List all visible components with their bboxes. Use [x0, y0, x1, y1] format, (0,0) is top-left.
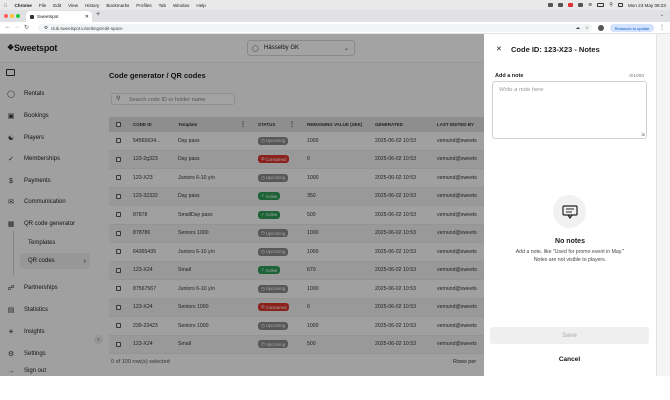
zoom-window-icon[interactable] — [16, 14, 20, 18]
window-scrollbar[interactable] — [656, 34, 670, 376]
wifi-icon[interactable]: ≋ — [588, 2, 592, 8]
browser-tab-bar: Sweetspot ✕ + ⌄ — [0, 10, 670, 22]
note-char-counter: 0/1000 — [629, 74, 644, 79]
close-icon[interactable]: ✕ — [496, 45, 502, 53]
tab-title: Sweetspot — [37, 14, 59, 19]
menubar-clock[interactable]: Mon 23 May 08:23 — [628, 3, 666, 8]
cancel-button[interactable]: Cancel — [490, 352, 649, 367]
favicon-icon — [30, 14, 34, 19]
status-icon[interactable] — [578, 3, 584, 7]
modal-backdrop[interactable] — [0, 34, 484, 376]
url-text: club.sweetspot.io/settings/edit-space — [51, 25, 123, 31]
profile-avatar[interactable] — [598, 25, 604, 31]
desktop-background — [0, 376, 670, 400]
note-placeholder: Write a note here — [499, 87, 544, 93]
apple-icon[interactable]:  — [4, 3, 7, 8]
relaunch-label: Relaunch to update — [614, 25, 650, 31]
control-center-icon[interactable] — [617, 3, 623, 7]
battery-icon[interactable] — [597, 3, 605, 7]
url-bar[interactable]: ⚙ club.sweetspot.io/settings/edit-space … — [38, 24, 592, 32]
notes-panel: ✕ Code ID: 123-X23 - Notes Add a note 0/… — [484, 34, 656, 376]
menubar-app-name[interactable]: Chrome — [14, 3, 31, 8]
tab-search-icon[interactable]: ⌄ — [660, 12, 664, 18]
search-icon[interactable]: ⚲ — [609, 2, 613, 8]
install-icon[interactable]: ☁ — [576, 25, 581, 31]
menubar-tab[interactable]: Tab — [159, 3, 166, 8]
back-icon[interactable]: ← — [5, 24, 11, 30]
status-icon[interactable] — [568, 3, 574, 7]
note-label: Add a note — [495, 73, 524, 79]
macos-menubar:  Chrome File Edit View History Bookmark… — [0, 0, 670, 10]
site-info-icon[interactable]: ⚙ — [44, 25, 48, 31]
empty-notes-icon — [553, 195, 586, 228]
panel-title: Code ID: 123-X23 - Notes — [511, 45, 600, 54]
browser-tab[interactable]: Sweetspot ✕ — [26, 11, 92, 22]
resize-handle-icon[interactable]: ⇲ — [641, 132, 645, 138]
note-textarea[interactable]: Write a note here ⇲ — [492, 81, 647, 139]
minimize-window-icon[interactable] — [10, 14, 14, 18]
status-icon[interactable] — [558, 3, 564, 7]
cancel-button-label: Cancel — [558, 356, 581, 363]
empty-notes-title: No notes — [555, 238, 585, 245]
menubar-history[interactable]: History — [85, 3, 99, 8]
save-button[interactable]: Save — [490, 327, 649, 344]
empty-notes-description: Add a note, like "Used for promo event i… — [515, 249, 625, 263]
bookmark-star-icon[interactable]: ☆ — [585, 25, 589, 31]
relaunch-button[interactable]: Relaunch to update — [610, 24, 654, 32]
menubar-help[interactable]: Help — [196, 3, 205, 8]
more-menu-icon[interactable]: ⋮ — [659, 24, 665, 31]
status-icon[interactable] — [548, 3, 554, 7]
forward-icon[interactable]: → — [14, 24, 20, 30]
reload-icon[interactable]: ↻ — [24, 24, 29, 31]
new-tab-icon[interactable]: + — [96, 11, 100, 18]
save-button-label: Save — [562, 332, 577, 339]
menubar-window[interactable]: Window — [173, 3, 189, 8]
close-window-icon[interactable] — [4, 14, 8, 18]
menubar-view[interactable]: View — [68, 3, 78, 8]
browser-toolbar: ← → ↻ ⚙ club.sweetspot.io/settings/edit-… — [0, 22, 670, 34]
menubar-bookmarks[interactable]: Bookmarks — [106, 3, 129, 8]
menubar-file[interactable]: File — [39, 3, 46, 8]
menubar-profiles[interactable]: Profiles — [136, 3, 151, 8]
close-tab-icon[interactable]: ✕ — [85, 14, 89, 20]
menubar-edit[interactable]: Edit — [53, 3, 61, 8]
